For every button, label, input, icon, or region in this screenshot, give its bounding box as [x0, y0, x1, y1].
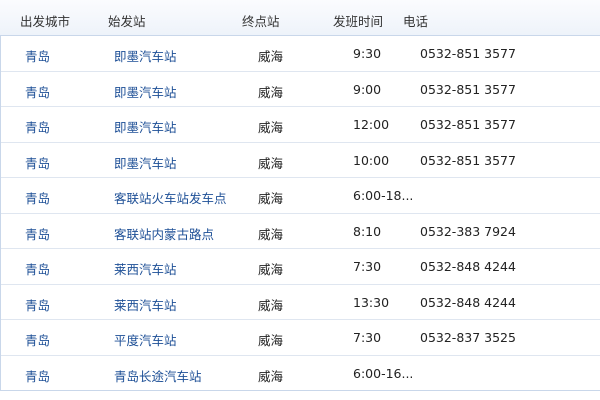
- table-row: 青岛 即墨汽车站 威海 12:00 0532-851 3577: [1, 107, 600, 143]
- phone-cell: 0532-383 7924: [420, 223, 516, 239]
- time-cell: 9:30: [353, 46, 382, 61]
- time-cell: 8:10: [353, 223, 382, 239]
- table-row: 青岛 客联站内蒙古路点 威海 8:10 0532-383 7924: [1, 214, 600, 249]
- bus-schedule-table: 出发城市 始发站 终点站 发班时间 电话 青岛 即墨汽车站 威海 9:30 05…: [0, 0, 600, 400]
- city-link[interactable]: 青岛: [25, 366, 50, 385]
- station-link[interactable]: 即墨汽车站: [114, 82, 177, 101]
- phone-cell: 0532-851 3577: [420, 81, 516, 97]
- table-row: 青岛 莱西汽车站 威海 7:30 0532-848 4244: [1, 249, 600, 285]
- city-link[interactable]: 青岛: [25, 330, 50, 349]
- station-link[interactable]: 莱西汽车站: [114, 259, 177, 278]
- table-row: 青岛 莱西汽车站 威海 13:30 0532-848 4244: [1, 285, 600, 320]
- table-row: 青岛 客联站火车站发车点 威海 6:00-18...: [1, 178, 600, 214]
- destination-cell: 威海: [258, 191, 284, 206]
- phone-cell: 0532-837 3525: [420, 330, 516, 345]
- header-destination: 终点站: [242, 14, 280, 29]
- phone-cell: 0532-851 3577: [420, 46, 516, 61]
- table-body: 青岛 即墨汽车站 威海 9:30 0532-851 3577 青岛 即墨汽车站 …: [0, 36, 600, 391]
- station-link[interactable]: 即墨汽车站: [114, 153, 177, 172]
- header-phone: 电话: [403, 14, 429, 29]
- header-departure-station: 始发站: [108, 14, 146, 29]
- city-link[interactable]: 青岛: [25, 224, 50, 243]
- time-cell: 9:00: [353, 81, 382, 97]
- time-cell: 7:30: [353, 330, 382, 345]
- table-row: 青岛 即墨汽车站 威海 9:00 0532-851 3577: [1, 72, 600, 107]
- station-link[interactable]: 青岛长途汽车站: [114, 366, 202, 385]
- destination-cell: 威海: [258, 226, 284, 242]
- time-cell: 6:00-18...: [353, 188, 414, 203]
- time-cell: 6:00-16...: [353, 365, 414, 381]
- city-link[interactable]: 青岛: [25, 117, 50, 136]
- destination-cell: 威海: [258, 120, 284, 135]
- destination-cell: 威海: [258, 84, 284, 100]
- city-link[interactable]: 青岛: [25, 259, 50, 278]
- time-cell: 10:00: [353, 152, 390, 168]
- phone-cell: 0532-848 4244: [420, 259, 516, 274]
- city-link[interactable]: 青岛: [25, 295, 50, 314]
- station-link[interactable]: 客联站内蒙古路点: [114, 224, 214, 243]
- station-link[interactable]: 莱西汽车站: [114, 295, 177, 314]
- station-link[interactable]: 客联站火车站发车点: [114, 188, 227, 207]
- table-header: 出发城市 始发站 终点站 发班时间 电话: [0, 0, 600, 36]
- time-cell: 13:30: [353, 294, 390, 310]
- phone-cell: 0532-848 4244: [420, 294, 516, 310]
- station-link[interactable]: 即墨汽车站: [114, 46, 177, 65]
- destination-cell: 威海: [258, 262, 284, 277]
- destination-cell: 威海: [258, 368, 284, 384]
- city-link[interactable]: 青岛: [25, 82, 50, 101]
- phone-cell: 0532-851 3577: [420, 152, 516, 168]
- phone-cell: 0532-851 3577: [420, 117, 516, 132]
- destination-cell: 威海: [258, 297, 284, 313]
- header-time: 发班时间: [333, 14, 384, 29]
- station-link[interactable]: 平度汽车站: [114, 330, 177, 349]
- destination-cell: 威海: [258, 49, 284, 64]
- station-link[interactable]: 即墨汽车站: [114, 117, 177, 136]
- time-cell: 7:30: [353, 259, 382, 274]
- table-row: 青岛 青岛长途汽车站 威海 6:00-16...: [1, 356, 600, 391]
- time-cell: 12:00: [353, 117, 390, 132]
- table-row: 青岛 即墨汽车站 威海 9:30 0532-851 3577: [1, 36, 600, 72]
- header-city: 出发城市: [20, 14, 71, 29]
- city-link[interactable]: 青岛: [25, 153, 50, 172]
- city-link[interactable]: 青岛: [25, 46, 50, 65]
- destination-cell: 威海: [258, 155, 284, 171]
- table-row: 青岛 平度汽车站 威海 7:30 0532-837 3525: [1, 320, 600, 356]
- destination-cell: 威海: [258, 333, 284, 348]
- table-row: 青岛 即墨汽车站 威海 10:00 0532-851 3577: [1, 143, 600, 178]
- city-link[interactable]: 青岛: [25, 188, 50, 207]
